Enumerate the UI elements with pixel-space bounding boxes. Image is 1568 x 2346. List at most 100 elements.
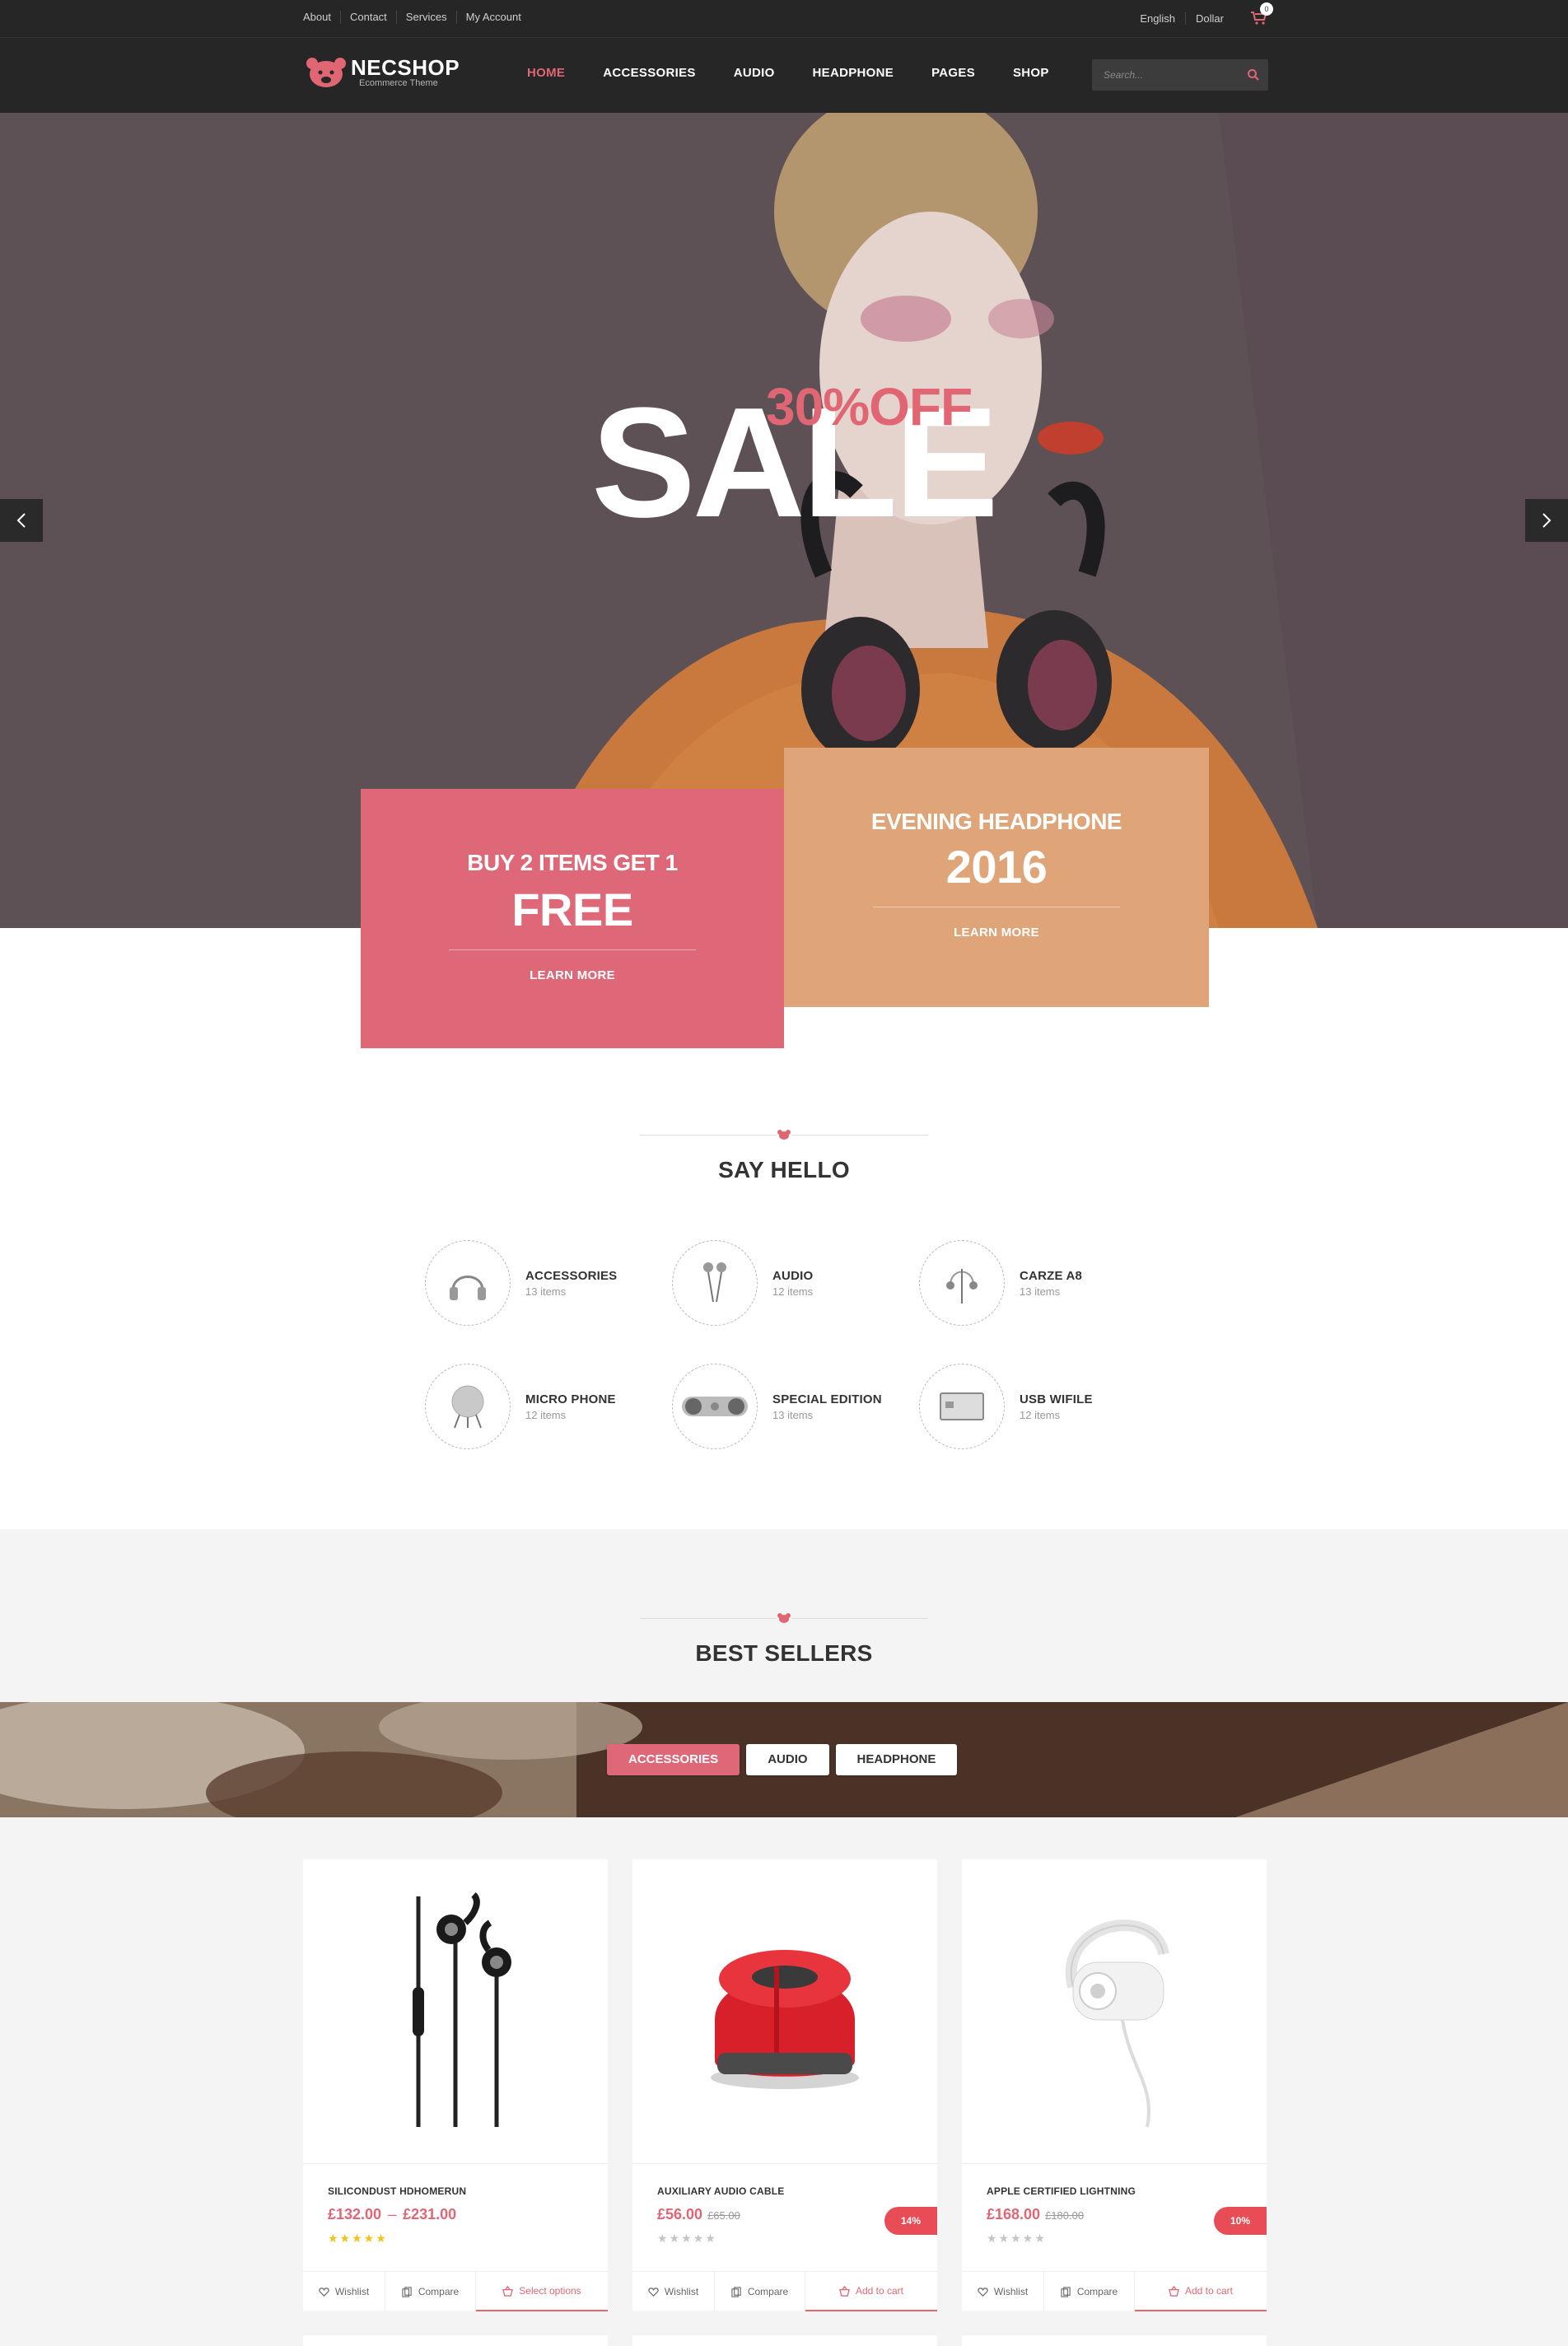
headphones-icon — [450, 1276, 486, 1300]
product-price: £132.00– £231.00 — [328, 2206, 456, 2223]
wishlist-label: Wishlist — [334, 2286, 370, 2297]
category-icon-frame — [425, 1364, 511, 1449]
promo-line1: EVENING HEADPHONE — [870, 809, 1122, 834]
best-sellers-heading: BEST SELLERS — [0, 1612, 1568, 1667]
red-speaker-image — [711, 1949, 859, 2089]
section-divider — [640, 1612, 928, 1624]
category-count: 13 items — [525, 1285, 567, 1298]
wishlist-button[interactable]: Wishlist — [632, 2272, 715, 2311]
search-box — [1092, 59, 1268, 91]
nav-headphone[interactable]: HEADPHONE — [813, 66, 894, 80]
product-name[interactable]: APPLE CERTIFIED LIGHTNING — [987, 2185, 1136, 2197]
category-name: AUDIO — [772, 1268, 814, 1283]
category-count: 12 items — [1020, 1408, 1061, 1421]
price-old: £65.00 — [707, 2209, 740, 2222]
main-nav: HOME ACCESSORIES AUDIO HEADPHONE PAGES S… — [527, 66, 1087, 80]
currency-selector[interactable]: Dollar — [1185, 12, 1234, 25]
product-image[interactable] — [962, 1859, 1267, 2164]
nav-accessories[interactable]: ACCESSORIES — [603, 66, 696, 80]
section-divider — [640, 1129, 928, 1140]
add-to-cart-button[interactable]: Add to cart — [1135, 2272, 1267, 2311]
promo-learn-more-link[interactable]: LEARN MORE — [361, 968, 784, 982]
product-card: AUXILIARY AUDIO CABLE £56.00 £65.00 14% ★… — [632, 1859, 937, 2311]
select-options-button[interactable]: Select options — [476, 2272, 608, 2311]
top-right-controls: English Dollar 0 — [1130, 2, 1273, 26]
top-links: About Contact Services My Account — [303, 11, 530, 24]
heart-icon — [319, 2287, 329, 2297]
search-icon[interactable] — [1247, 68, 1260, 82]
slider-prev-button[interactable] — [0, 499, 43, 542]
top-link-contact[interactable]: Contact — [339, 11, 396, 24]
category-special-edition[interactable]: SPECIAL EDITION 13 items — [672, 1364, 894, 1449]
bear-logo-icon — [306, 58, 346, 87]
cta-label: Add to cart — [855, 2285, 904, 2297]
add-to-cart-button[interactable]: Add to cart — [805, 2272, 937, 2311]
promo-line2: 2016 — [945, 841, 1048, 893]
main-header: NECSHOP Ecommerce Theme HOME ACCESSORIES… — [0, 37, 1568, 113]
wishlist-button[interactable]: Wishlist — [962, 2272, 1044, 2311]
promo-divider — [449, 949, 696, 950]
category-micro-phone[interactable]: MICRO PHONE 12 items — [425, 1364, 647, 1449]
promo-learn-more-link[interactable]: LEARN MORE — [784, 926, 1209, 940]
stereo-speaker-icon — [682, 1397, 748, 1416]
chevron-left-icon — [16, 513, 26, 528]
search-input[interactable] — [1092, 59, 1240, 91]
product-tabs: ACCESSORIES AUDIO HEADPHONE — [607, 1744, 964, 1775]
category-icon-frame — [672, 1240, 758, 1326]
nav-audio[interactable]: AUDIO — [734, 66, 775, 80]
compare-label: Compare — [418, 2286, 460, 2297]
next-row-card — [962, 2335, 1267, 2346]
category-name: USB WIFILE — [1020, 1392, 1093, 1406]
compare-button[interactable]: Compare — [385, 2272, 476, 2311]
price-current: £56.00 — [657, 2206, 703, 2222]
product-actions: Wishlist Compare Add to cart — [632, 2271, 937, 2311]
basket-icon — [502, 2285, 514, 2297]
top-link-services[interactable]: Services — [395, 11, 456, 24]
tab-audio[interactable]: AUDIO — [746, 1744, 829, 1775]
promo-buy2-get1: BUY 2 ITEMS GET 1 FREE LEARN MORE — [361, 789, 784, 1048]
product-image[interactable] — [632, 1859, 937, 2164]
category-accessories[interactable]: ACCESSORIES 13 items — [425, 1240, 647, 1326]
top-link-my-account[interactable]: My Account — [455, 11, 530, 24]
nav-home[interactable]: HOME — [527, 66, 565, 80]
category-name: CARZE A8 — [1020, 1268, 1083, 1283]
slider-next-button[interactable] — [1525, 499, 1568, 542]
cart-count: 0 — [1260, 2, 1273, 16]
promo-line1: BUY 2 ITEMS GET 1 — [467, 850, 678, 875]
tab-accessories[interactable]: ACCESSORIES — [607, 1744, 740, 1775]
category-usb-wifile[interactable]: USB WIFILE 12 items — [919, 1364, 1141, 1449]
nav-pages[interactable]: PAGES — [931, 66, 975, 80]
category-name: MICRO PHONE — [525, 1392, 616, 1406]
black-earphones-image — [413, 1891, 511, 2127]
earphones-icon — [946, 1269, 978, 1304]
product-name[interactable]: AUXILIARY AUDIO CABLE — [657, 2185, 784, 2197]
discount-badge: 14% — [884, 2207, 937, 2235]
category-carze-a8[interactable]: CARZE A8 13 items — [919, 1240, 1141, 1326]
site-logo[interactable]: NECSHOP Ecommerce Theme — [305, 56, 460, 89]
wishlist-button[interactable]: Wishlist — [303, 2272, 385, 2311]
language-selector[interactable]: English — [1130, 12, 1185, 25]
basket-icon — [1169, 2285, 1179, 2297]
tab-headphone[interactable]: HEADPHONE — [835, 1744, 958, 1775]
category-audio[interactable]: AUDIO 12 items — [672, 1240, 894, 1326]
promo-line2: FREE — [511, 884, 633, 935]
compare-button[interactable]: Compare — [715, 2272, 805, 2311]
white-earphone-image — [1065, 1919, 1169, 2127]
hero-offer: 30%OFF — [766, 377, 973, 436]
product-name[interactable]: SILICONDUST HDHOMERUN — [328, 2185, 466, 2197]
say-hello-title: SAY HELLO — [718, 1157, 850, 1182]
top-link-about[interactable]: About — [303, 11, 340, 24]
best-sellers-title: BEST SELLERS — [695, 1640, 873, 1666]
compare-button[interactable]: Compare — [1044, 2272, 1135, 2311]
product-image[interactable] — [303, 1859, 608, 2164]
basket-icon — [839, 2285, 850, 2297]
cta-label: Add to cart — [1184, 2285, 1234, 2297]
compare-icon — [731, 2286, 741, 2297]
heart-icon — [648, 2287, 659, 2297]
heart-icon — [978, 2287, 988, 2297]
nav-shop[interactable]: SHOP — [1013, 66, 1049, 80]
cart-button[interactable]: 0 — [1250, 2, 1273, 26]
wishlist-label: Wishlist — [664, 2286, 699, 2297]
category-icon-frame — [919, 1240, 1005, 1326]
category-icon-frame — [672, 1364, 758, 1449]
